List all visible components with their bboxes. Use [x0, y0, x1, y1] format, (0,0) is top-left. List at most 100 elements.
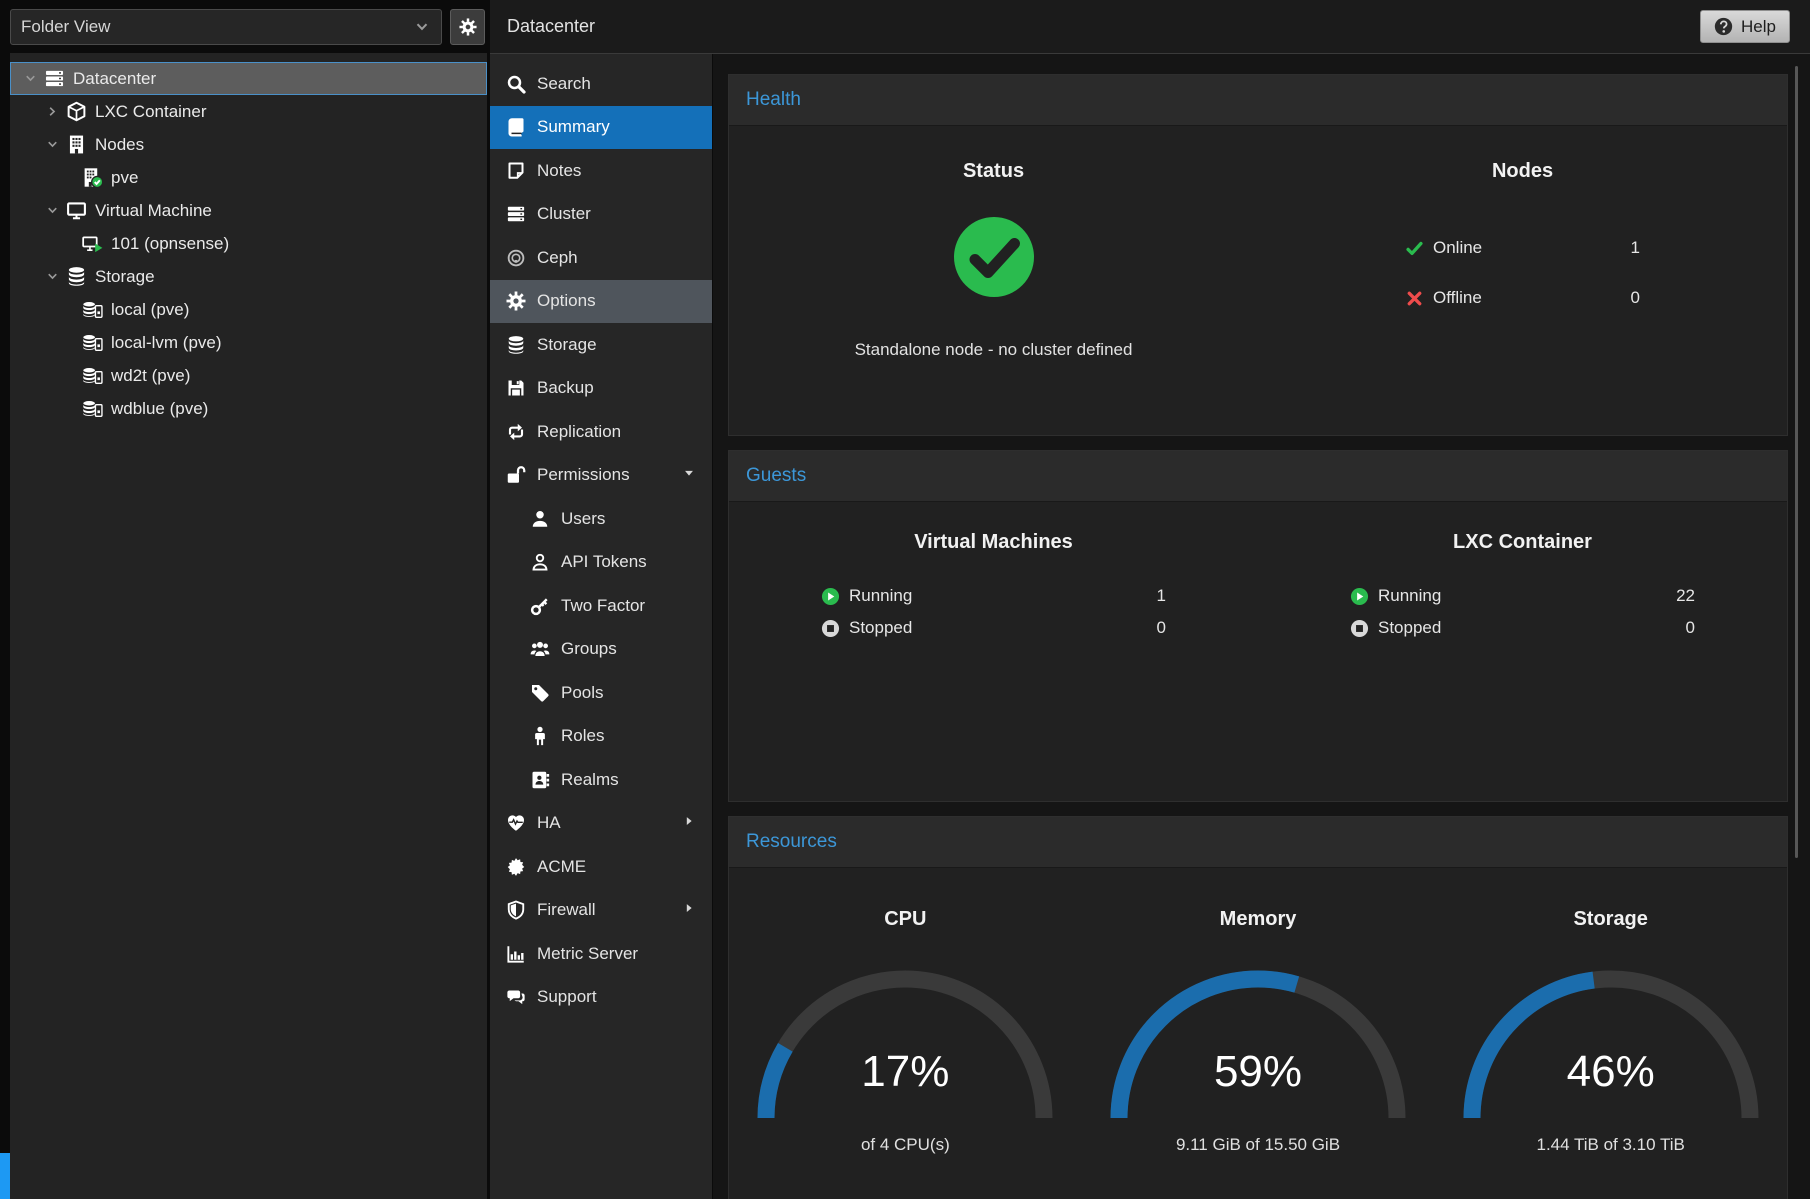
- tree-item-label: Storage: [95, 267, 155, 287]
- comments-icon: [506, 987, 526, 1007]
- nav-item-permissions[interactable]: Permissions: [490, 454, 712, 498]
- database-drive-icon: [80, 299, 104, 320]
- proxmox-datacenter-screen: { "window": { "help_label": "Help" }, "l…: [0, 0, 1810, 1199]
- nav-item-label: Notes: [537, 161, 581, 181]
- tree-item-nodes[interactable]: Nodes: [10, 128, 487, 161]
- nav-item-options[interactable]: Options: [490, 280, 712, 324]
- nav-item-label: Metric Server: [537, 944, 638, 964]
- nav-item-ha[interactable]: HA: [490, 802, 712, 846]
- nav-item-ceph[interactable]: Ceph: [490, 236, 712, 280]
- stat-value: 0: [1631, 288, 1640, 308]
- chevron-down-icon[interactable]: [40, 137, 64, 152]
- tree-settings-button[interactable]: [450, 9, 485, 45]
- tree-item-101-opnsense[interactable]: 101 (opnsense): [10, 227, 487, 260]
- gauge-subtext: 1.44 TiB of 3.10 TiB: [1536, 1135, 1684, 1155]
- nav-item-label: Firewall: [537, 900, 596, 920]
- chevron-down-icon[interactable]: [40, 203, 64, 218]
- stop-circle-icon: [821, 619, 840, 638]
- cross-icon: [1405, 289, 1424, 308]
- help-button[interactable]: Help: [1700, 10, 1790, 43]
- database-drive-icon: [80, 398, 104, 419]
- gauge-heading: Storage: [1573, 908, 1647, 931]
- tree-item-wdblue-pve[interactable]: wdblue (pve): [10, 392, 487, 425]
- top-bar: Datacenter Help: [490, 0, 1810, 54]
- nav-item-groups[interactable]: Groups: [490, 628, 712, 672]
- tag-icon: [530, 683, 550, 703]
- nav-item-label: Search: [537, 74, 591, 94]
- database-drive-icon: [80, 332, 104, 353]
- database-drive-icon: [80, 365, 104, 386]
- nav-item-label: HA: [537, 813, 561, 833]
- tree-item-pve[interactable]: pve: [10, 161, 487, 194]
- stat-row-running: Running22: [1350, 580, 1695, 612]
- guests-panel-title: Guests: [746, 465, 806, 487]
- nav-item-replication[interactable]: Replication: [490, 410, 712, 454]
- nav-item-backup[interactable]: Backup: [490, 367, 712, 411]
- health-panel-body: Status Standalone node - no cluster defi…: [729, 126, 1787, 360]
- chevron-down-icon: [413, 18, 431, 36]
- nav-item-metric-server[interactable]: Metric Server: [490, 932, 712, 976]
- virtual-machines-heading: Virtual Machines: [914, 531, 1073, 554]
- nav-item-label: Groups: [561, 639, 617, 659]
- guests-lxc-section: LXC Container Running22Stopped0: [1258, 502, 1787, 644]
- nav-item-support[interactable]: Support: [490, 976, 712, 1020]
- gauge-storage-arc: 46%: [1461, 963, 1761, 1131]
- nav-item-label: Roles: [561, 726, 604, 746]
- nav-item-search[interactable]: Search: [490, 62, 712, 106]
- tree-item-wd2t-pve[interactable]: wd2t (pve): [10, 359, 487, 392]
- nav-item-cluster[interactable]: Cluster: [490, 193, 712, 237]
- stop-circle-icon: [1350, 619, 1369, 638]
- nav-item-notes[interactable]: Notes: [490, 149, 712, 193]
- monitor-icon: [64, 200, 88, 221]
- content-scrollbar-thumb[interactable]: [1795, 66, 1798, 858]
- view-mode-select[interactable]: Folder View: [10, 9, 442, 45]
- health-status-section: Status Standalone node - no cluster defi…: [729, 126, 1258, 360]
- gauge-heading: CPU: [884, 908, 926, 931]
- tree-item-label: wdblue (pve): [111, 399, 208, 419]
- nav-item-summary[interactable]: Summary: [490, 106, 712, 150]
- nav-item-label: Support: [537, 987, 597, 1007]
- chevron-down-icon[interactable]: [40, 269, 64, 284]
- nav-item-label: Permissions: [537, 465, 630, 485]
- guests-vm-section: Virtual Machines Running1Stopped0: [729, 502, 1258, 644]
- nav-item-label: Users: [561, 509, 605, 529]
- chevron-down-icon[interactable]: [18, 71, 42, 86]
- check-icon: [1405, 239, 1424, 258]
- gauge-memory-arc: 59%: [1108, 963, 1408, 1131]
- nav-item-acme[interactable]: ACME: [490, 845, 712, 889]
- tree-item-lxc-container[interactable]: LXC Container: [10, 95, 487, 128]
- nav-item-label: Summary: [537, 117, 610, 137]
- tree-item-label: Nodes: [95, 135, 144, 155]
- tree-item-local-pve[interactable]: local (pve): [10, 293, 487, 326]
- heartbeat-icon: [506, 813, 526, 833]
- search-icon: [506, 74, 526, 94]
- guests-panel-body: Virtual Machines Running1Stopped0 LXC Co…: [729, 502, 1787, 644]
- content-area: Health Status Standalone node - no clust…: [713, 54, 1810, 1199]
- nav-item-api-tokens[interactable]: API Tokens: [490, 541, 712, 585]
- server-stack-icon: [42, 68, 66, 89]
- stat-label: Stopped: [1378, 618, 1441, 638]
- nav-item-firewall[interactable]: Firewall: [490, 889, 712, 933]
- health-panel-header: Health: [729, 75, 1787, 126]
- status-message: Standalone node - no cluster defined: [855, 340, 1133, 360]
- tree-item-datacenter[interactable]: Datacenter: [10, 62, 487, 95]
- tree-item-local-lvm-pve[interactable]: local-lvm (pve): [10, 326, 487, 359]
- nav-item-roles[interactable]: Roles: [490, 715, 712, 759]
- guests-panel-header: Guests: [729, 451, 1787, 502]
- nav-item-users[interactable]: Users: [490, 497, 712, 541]
- note-icon: [506, 161, 526, 181]
- tree-toolbar: Folder View: [10, 9, 487, 45]
- nav-item-label: ACME: [537, 857, 586, 877]
- gear-icon: [459, 18, 477, 36]
- nav-item-label: Realms: [561, 770, 619, 790]
- nav-item-realms[interactable]: Realms: [490, 758, 712, 802]
- nav-item-pools[interactable]: Pools: [490, 671, 712, 715]
- chevron-right-icon[interactable]: [40, 104, 64, 119]
- tree-item-virtual-machine[interactable]: Virtual Machine: [10, 194, 487, 227]
- nav-item-storage[interactable]: Storage: [490, 323, 712, 367]
- lxc-stat-table: Running22Stopped0: [1350, 580, 1695, 644]
- gauge-value: 46%: [1461, 1047, 1761, 1097]
- tree-item-storage[interactable]: Storage: [10, 260, 487, 293]
- stat-row-stopped: Stopped0: [821, 612, 1166, 644]
- nav-item-two-factor[interactable]: Two Factor: [490, 584, 712, 628]
